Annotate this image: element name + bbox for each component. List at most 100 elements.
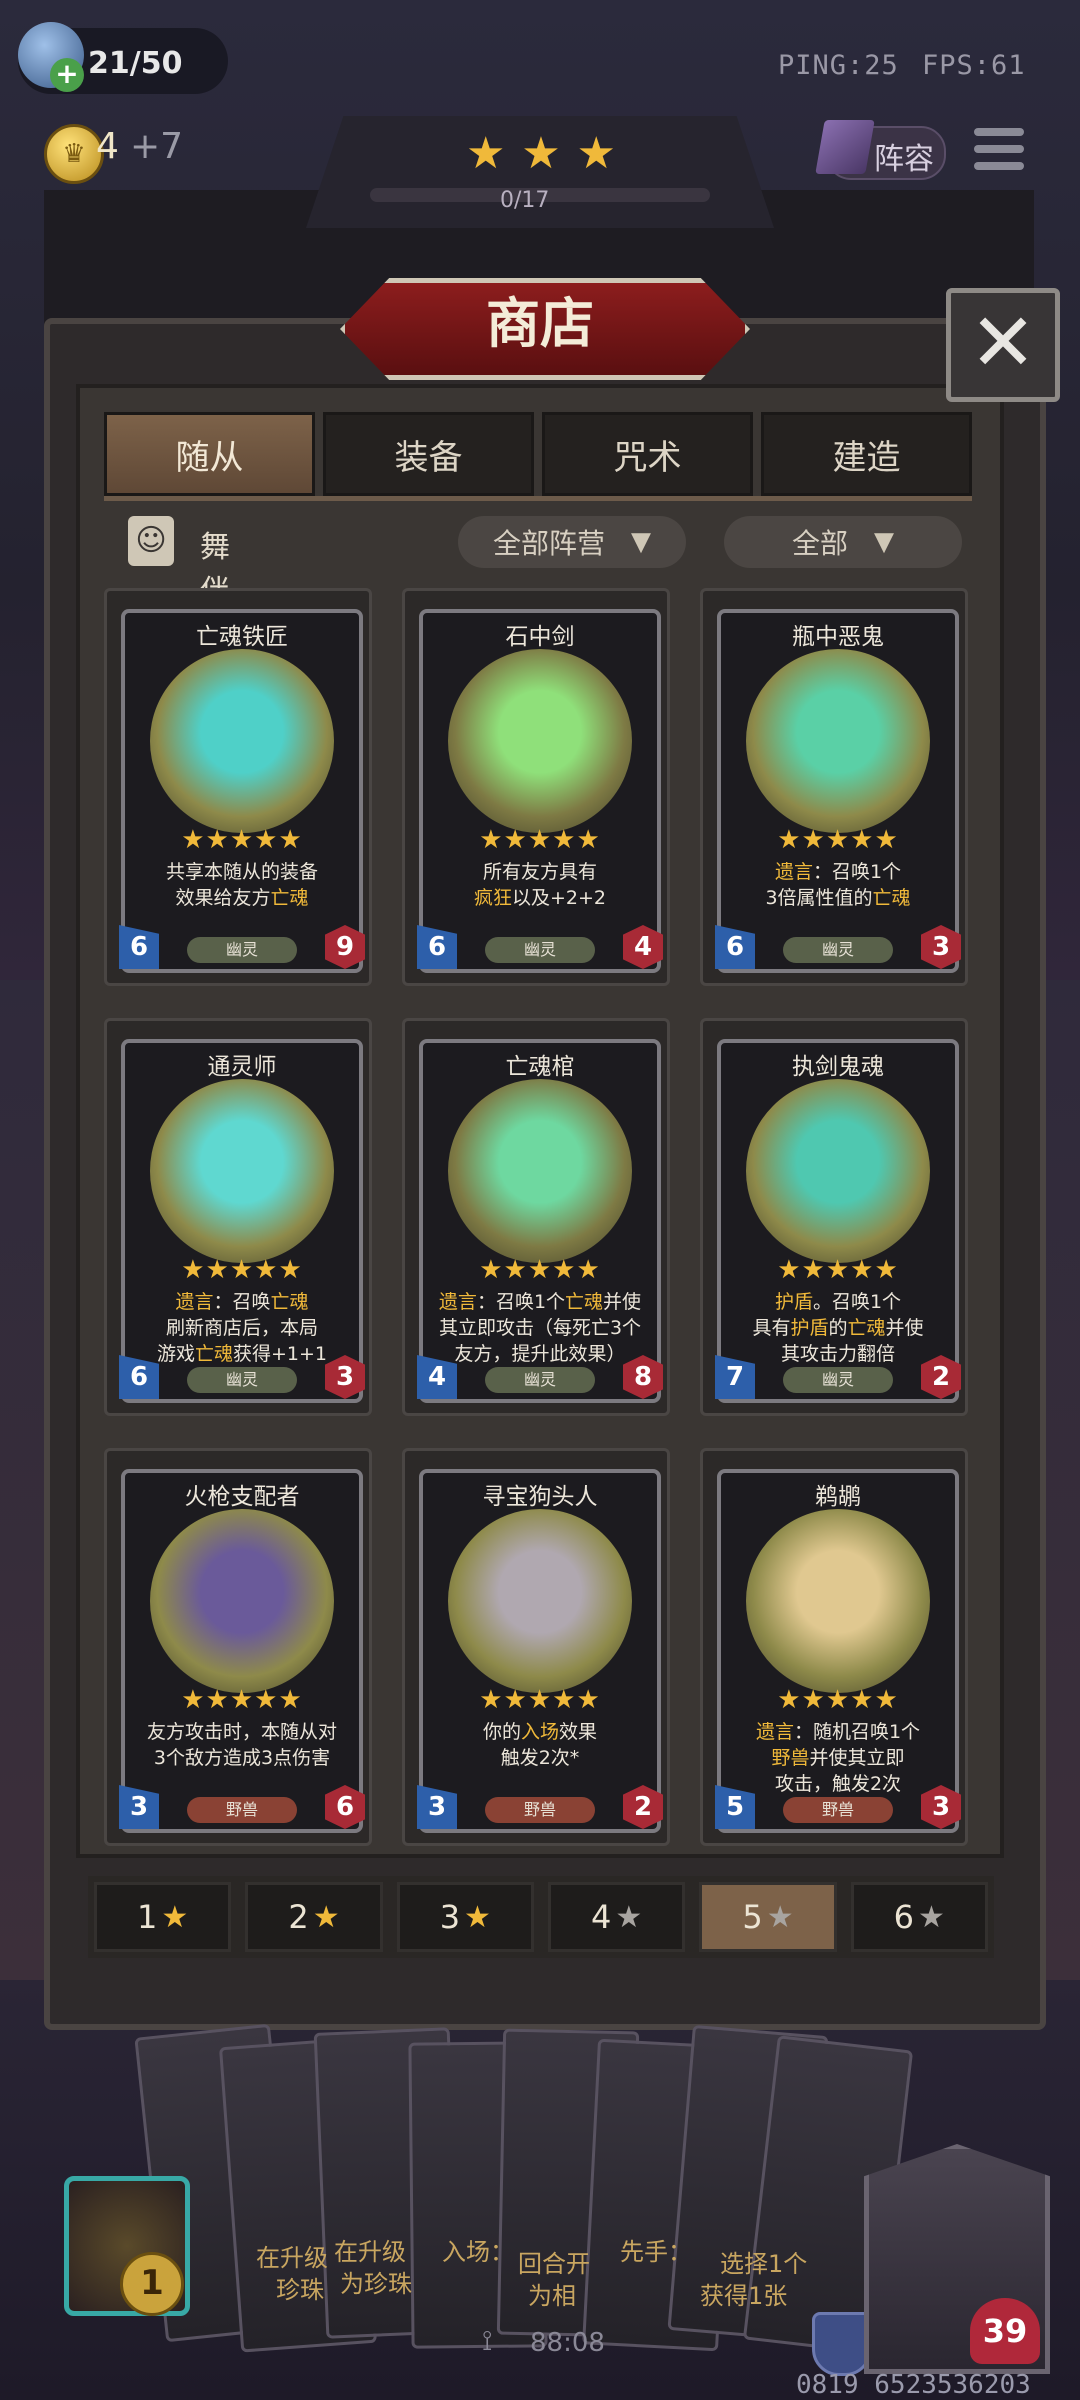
dance-partner-filter[interactable]: ☺ 舞伴 xyxy=(118,510,258,609)
card-stars: ★★★★★ xyxy=(479,825,601,855)
card-tribe: 幽灵 xyxy=(187,937,297,963)
card-tribe: 幽灵 xyxy=(485,937,595,963)
card-slot[interactable]: 亡魂铁匠 ★★★★★ 共享本随从的装备 效果给友方亡魂 幽灵 6 9 xyxy=(104,588,372,986)
gold-coin-icon: ♛ xyxy=(44,124,104,184)
minion-card[interactable]: 瓶中恶鬼 ★★★★★ 遗言：召唤1个 3倍属性值的亡魂 幽灵 6 3 xyxy=(715,609,961,973)
card-name: 寻宝狗头人 xyxy=(482,1484,598,1510)
card-tribe: 幽灵 xyxy=(187,1367,297,1393)
description-line: 3倍属性值的亡魂 xyxy=(765,887,911,909)
card-tribe: 野兽 xyxy=(783,1797,893,1823)
minion-card[interactable]: 亡魂铁匠 ★★★★★ 共享本随从的装备 效果给友方亡魂 幽灵 6 9 xyxy=(119,609,365,973)
star-icon: ★ xyxy=(918,1899,945,1935)
card-slot[interactable]: 鹈鹕 ★★★★★ 遗言：随机召唤1个 野兽并使其立即 攻击，触发2次 野兽 5 3 xyxy=(700,1448,968,1846)
hand-card-text: 在升级 xyxy=(334,2238,406,2266)
id-watermark: 0819 6523536203 xyxy=(796,2370,1031,2400)
description-line: 共享本随从的装备 xyxy=(165,861,318,883)
card-name: 亡魂棺 xyxy=(505,1054,575,1080)
card-slot[interactable]: 瓶中恶鬼 ★★★★★ 遗言：召唤1个 3倍属性值的亡魂 幽灵 6 3 xyxy=(700,588,968,986)
minion-card[interactable]: 火枪支配者 ★★★★★ 友方攻击时，本随从对 3个敌方造成3点伤害 野兽 3 6 xyxy=(119,1469,365,1833)
minion-card[interactable]: 寻宝狗头人 ★★★★★ 你的入场效果 触发2次* 野兽 3 2 xyxy=(417,1469,663,1833)
card-stars: ★★★★★ xyxy=(777,1255,899,1285)
ping-readout: PING:25 xyxy=(778,50,899,81)
card-tribe: 幽灵 xyxy=(485,1367,595,1393)
minion-card[interactable]: 执剑鬼魂 ★★★★★ 护盾。召唤1个 具有护盾的亡魂并使 其攻击力翻倍 幽灵 7 2 xyxy=(715,1039,961,1403)
card-tribe: 野兽 xyxy=(485,1797,595,1823)
star-filter-label: 5 xyxy=(742,1898,763,1936)
description-line: 游戏亡魂获得+1+1 xyxy=(156,1343,328,1365)
star-filter-2[interactable]: 2 ★ xyxy=(245,1882,383,1952)
star-filter-6[interactable]: 6 ★ xyxy=(850,1882,988,1952)
minion-card[interactable]: 亡魂棺 ★★★★★ 遗言：召唤1个亡魂并使 其立即攻击（每死亡3个 友方，提升此效果）幽… xyxy=(417,1039,663,1403)
shop-title: 商店 xyxy=(486,292,594,355)
card-stars: ★★★★★ xyxy=(777,825,899,855)
card-slot[interactable]: 执剑鬼魂 ★★★★★ 护盾。召唤1个 具有护盾的亡魂并使 其攻击力翻倍 幽灵 7 2 xyxy=(700,1018,968,1416)
star-filter-3[interactable]: 3 ★ xyxy=(396,1882,534,1952)
card-name: 鹈鹕 xyxy=(815,1484,861,1510)
card-portrait xyxy=(150,1079,334,1263)
card-name: 瓶中恶鬼 xyxy=(792,624,884,650)
hand-card-text: 为珍珠 xyxy=(340,2270,412,2298)
card-slot[interactable]: 亡魂棺 ★★★★★ 遗言：召唤1个亡魂并使 其立即攻击（每死亡3个 友方，提升此效果）幽… xyxy=(402,1018,670,1416)
menu-icon[interactable] xyxy=(974,128,1024,179)
all-dropdown[interactable]: 全部 ▼ xyxy=(724,516,962,568)
description-line: 具有护盾的亡魂并使 xyxy=(752,1317,924,1339)
hand-card-text: 选择1个 xyxy=(720,2250,808,2278)
star-filter-5[interactable]: 5 ★ xyxy=(699,1882,837,1952)
minion-card[interactable]: 石中剑 ★★★★★ 所有友方具有 疯狂以及+2+2 幽灵 6 4 xyxy=(417,609,663,973)
faction-dropdown-value: 全部阵营 xyxy=(492,527,605,560)
tab-build[interactable]: 建造 xyxy=(761,412,972,496)
star-icon: ★ xyxy=(615,1899,643,1935)
tab-spells[interactable]: 咒术 xyxy=(542,412,753,496)
hand-card-text: 在升级 xyxy=(256,2244,328,2272)
description-line: 触发2次* xyxy=(500,1747,580,1769)
description-line: 其攻击力翻倍 xyxy=(780,1343,895,1365)
card-description: 遗言：召唤1个 3倍属性值的亡魂 xyxy=(731,859,945,911)
card-portrait xyxy=(746,1509,930,1693)
card-tribe: 幽灵 xyxy=(783,937,893,963)
star-icon: ★ xyxy=(466,128,506,179)
star-filter-label: 3 xyxy=(439,1898,461,1936)
card-slot[interactable]: 火枪支配者 ★★★★★ 友方攻击时，本随从对 3个敌方造成3点伤害 野兽 3 6 xyxy=(104,1448,372,1846)
shield-icon xyxy=(812,2312,872,2376)
star-icon: ★ xyxy=(576,128,616,179)
description-line: 效果给友方亡魂 xyxy=(175,887,309,909)
star-icon: ★ xyxy=(521,128,561,179)
description-line: 友方，提升此效果） xyxy=(454,1343,626,1365)
minion-card[interactable]: 鹈鹕 ★★★★★ 遗言：随机召唤1个 野兽并使其立即 攻击，触发2次 野兽 5 3 xyxy=(715,1469,961,1833)
star-filter-label: 6 xyxy=(893,1898,915,1936)
card-slot[interactable]: 寻宝狗头人 ★★★★★ 你的入场效果 触发2次* 野兽 3 2 xyxy=(402,1448,670,1846)
star-icon: ★ xyxy=(312,1899,340,1935)
tab-minions[interactable]: 随从 xyxy=(104,412,315,496)
close-button[interactable]: ✕ xyxy=(946,288,1060,402)
card-name: 石中剑 xyxy=(505,624,575,650)
add-player-icon[interactable]: + xyxy=(50,58,84,92)
card-description: 遗言：召唤亡魂 刷新商店后，本局 游戏亡魂获得+1+1 xyxy=(135,1289,349,1367)
card-portrait xyxy=(150,1509,334,1693)
all-dropdown-value: 全部 xyxy=(791,527,848,560)
star-filter-label: 1 xyxy=(137,1898,158,1936)
card-stars: ★★★★★ xyxy=(479,1685,601,1715)
minion-card[interactable]: 通灵师 ★★★★★ 遗言：召唤亡魂 刷新商店后，本局 游戏亡魂获得+1+1 幽灵 6 3 xyxy=(119,1039,365,1403)
hand-card-text: 入场： xyxy=(442,2238,514,2266)
star-icon: ★ xyxy=(766,1899,794,1935)
card-stars: ★★★★★ xyxy=(181,1685,303,1715)
star-filter-4[interactable]: 4 ★ xyxy=(547,1882,686,1952)
card-portrait xyxy=(448,1509,632,1693)
description-line: 护盾。召唤1个 xyxy=(774,1291,902,1313)
description-line: 遗言：召唤1个亡魂并使 xyxy=(438,1291,642,1313)
hero-health: 39 xyxy=(970,2298,1040,2364)
tabs-divider xyxy=(104,496,972,501)
card-description: 遗言：召唤1个亡魂并使 其立即攻击（每死亡3个 友方，提升此效果） xyxy=(433,1289,647,1367)
timer-icon: ⟟ xyxy=(482,2324,493,2357)
card-description: 遗言：随机召唤1个 野兽并使其立即 攻击，触发2次 xyxy=(731,1719,945,1797)
star-filter-1[interactable]: 1 ★ xyxy=(94,1882,232,1952)
card-slot[interactable]: 通灵师 ★★★★★ 遗言：召唤亡魂 刷新商店后，本局 游戏亡魂获得+1+1 幽灵 6 3 xyxy=(104,1018,372,1416)
faction-dropdown[interactable]: 全部阵营 ▼ xyxy=(458,516,686,568)
gold-amount: 4 xyxy=(96,126,119,167)
card-portrait xyxy=(150,649,334,833)
card-name: 执剑鬼魂 xyxy=(792,1054,884,1080)
card-slot[interactable]: 石中剑 ★★★★★ 所有友方具有 疯狂以及+2+2 幽灵 6 4 xyxy=(402,588,670,986)
description-line: 你的入场效果 xyxy=(482,1721,598,1743)
tab-equipment[interactable]: 装备 xyxy=(323,412,534,496)
star-icon: ★ xyxy=(464,1899,491,1935)
